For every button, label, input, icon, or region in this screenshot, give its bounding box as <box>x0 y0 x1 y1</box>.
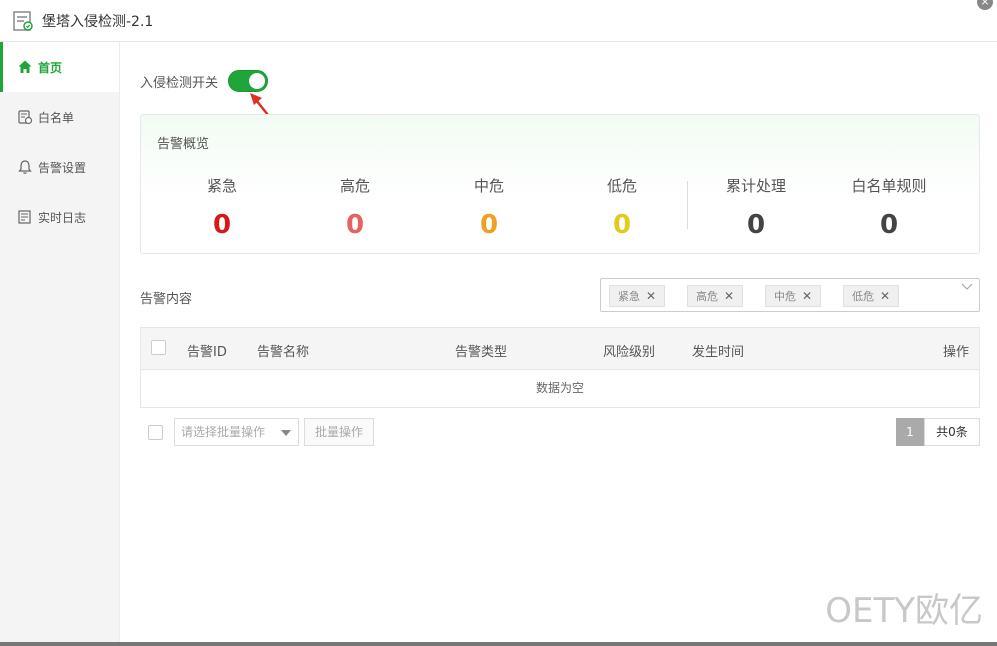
close-icon: × <box>980 0 990 8</box>
stat-value[interactable]: 0 <box>434 210 544 240</box>
stat-low: 低危 0 <box>567 175 677 240</box>
table-footer: 请选择批量操作 批量操作 1 共0条 <box>140 418 980 446</box>
table-empty-row: 数据为空 <box>535 381 584 395</box>
sidebar-item-label: 告警设置 <box>38 160 87 175</box>
alert-overview-panel: 告警概览 紧急 0 高危 0 中危 0 低危 0 累计处理 0 白名单规则 0 <box>140 114 980 254</box>
filter-tag-high: 高危 ✕ <box>687 285 744 307</box>
sidebar-item-label: 首页 <box>38 60 63 75</box>
batch-action-button[interactable]: 批量操作 <box>304 418 374 446</box>
col-actions: 操作 <box>942 345 969 360</box>
detection-switch-row: 入侵检测开关 <box>140 70 269 92</box>
stat-value[interactable]: 0 <box>300 210 410 240</box>
detection-toggle[interactable] <box>228 70 269 92</box>
col-alert-type[interactable]: 告警类型 <box>455 341 507 360</box>
stat-value[interactable]: 0 <box>567 210 677 240</box>
stat-whitelist-rules: 白名单规则 0 <box>834 175 944 240</box>
sidebar-item-label: 白名单 <box>38 110 75 125</box>
sidebar-item-realtime-log[interactable]: 实时日志 <box>0 192 119 242</box>
bottom-border <box>0 642 997 646</box>
page-number-button[interactable]: 1 <box>896 418 924 446</box>
page-total-count: 共0条 <box>924 418 980 446</box>
batch-action-select[interactable]: 请选择批量操作 <box>174 418 299 446</box>
tag-remove-icon[interactable]: ✕ <box>880 289 890 303</box>
stat-label: 白名单规则 <box>851 177 927 195</box>
stat-value[interactable]: 0 <box>701 210 811 240</box>
whitelist-icon <box>18 110 33 125</box>
stat-label: 中危 <box>473 177 504 195</box>
sidebar-item-home[interactable]: 首页 <box>0 42 119 92</box>
table-header: 告警ID 告警名称 告警类型 风险级别 发生时间 操作 <box>141 328 979 370</box>
stat-urgent: 紧急 0 <box>167 175 277 240</box>
stat-label: 累计处理 <box>725 177 786 195</box>
caret-down-icon <box>281 430 291 436</box>
stat-label: 低危 <box>606 177 637 195</box>
col-risk-level[interactable]: 风险级别 <box>603 341 655 360</box>
tag-label: 高危 <box>696 290 718 303</box>
chevron-down-icon <box>961 283 973 290</box>
filter-tag-urgent: 紧急 ✕ <box>609 285 666 307</box>
sidebar-item-alert-settings[interactable]: 告警设置 <box>0 142 119 192</box>
footer-select-checkbox[interactable] <box>148 425 163 440</box>
log-icon <box>18 210 31 224</box>
col-alert-id[interactable]: 告警ID <box>187 341 227 360</box>
alert-content-title: 告警内容 <box>140 292 193 307</box>
stat-value[interactable]: 0 <box>167 210 277 240</box>
watermark: OETY欧亿 <box>825 591 983 631</box>
filter-tag-low: 低危 ✕ <box>843 285 900 307</box>
tag-label: 中危 <box>774 290 796 303</box>
overview-divider <box>687 181 688 229</box>
toggle-knob <box>249 73 266 89</box>
stat-total-handled: 累计处理 0 <box>701 175 811 240</box>
sidebar-item-whitelist[interactable]: 白名单 <box>0 92 119 142</box>
close-button[interactable]: × <box>977 0 993 10</box>
risk-filter-select[interactable]: 紧急 ✕ 高危 ✕ 中危 ✕ 低危 ✕ <box>600 278 980 312</box>
bell-icon <box>18 160 32 174</box>
tag-remove-icon[interactable]: ✕ <box>646 289 656 303</box>
filter-tag-medium: 中危 ✕ <box>765 285 822 307</box>
tag-remove-icon[interactable]: ✕ <box>724 289 734 303</box>
sidebar: 首页 白名单 告警设置 实时日志 <box>0 42 120 642</box>
tag-remove-icon[interactable]: ✕ <box>802 289 812 303</box>
tag-label: 紧急 <box>618 290 640 303</box>
stat-medium: 中危 0 <box>434 175 544 240</box>
stat-label: 高危 <box>339 177 370 195</box>
col-alert-name[interactable]: 告警名称 <box>257 341 309 360</box>
stat-label: 紧急 <box>206 177 237 195</box>
col-occurred-time[interactable]: 发生时间 <box>692 341 744 360</box>
select-all-checkbox[interactable] <box>151 340 166 355</box>
window-title: 堡塔入侵检测-2.1 <box>42 13 154 30</box>
detection-switch-label: 入侵检测开关 <box>140 75 219 91</box>
alert-table: 告警ID 告警名称 告警类型 风险级别 发生时间 操作 数据为空 <box>140 327 980 408</box>
stat-high: 高危 0 <box>300 175 410 240</box>
title-bar: 堡塔入侵检测-2.1 × <box>0 0 997 42</box>
batch-select-placeholder: 请选择批量操作 <box>181 425 266 439</box>
tag-label: 低危 <box>852 290 874 303</box>
sidebar-item-label: 实时日志 <box>38 210 87 225</box>
overview-title: 告警概览 <box>157 137 210 152</box>
home-icon <box>18 60 32 73</box>
stat-value[interactable]: 0 <box>834 210 944 240</box>
app-logo-icon <box>13 10 33 31</box>
